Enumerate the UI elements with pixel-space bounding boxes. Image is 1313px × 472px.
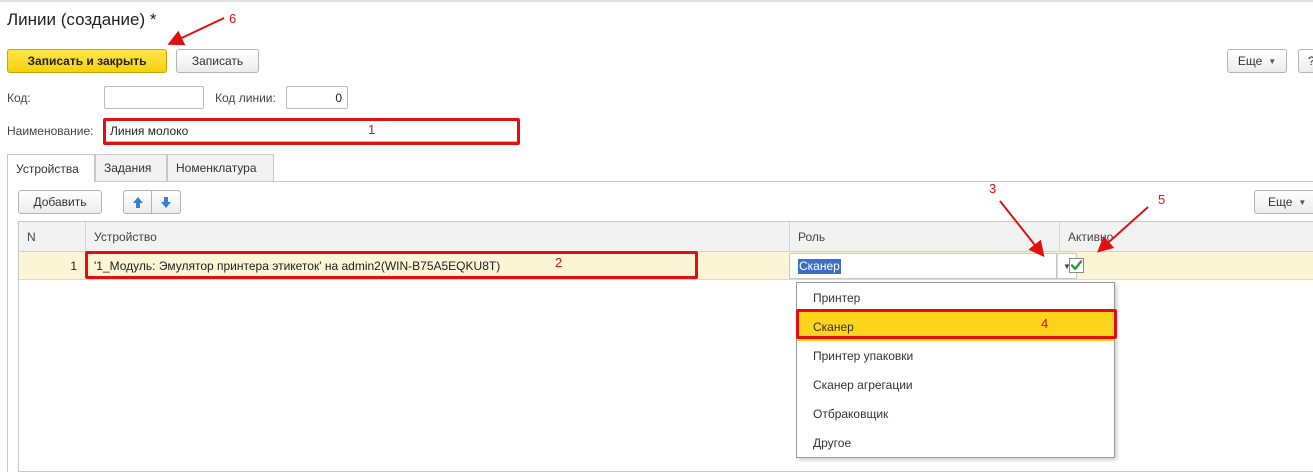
annotation-arrow-3 [999, 200, 1045, 258]
annotation-arrow-6 [167, 17, 225, 46]
annotation-arrows [167, 17, 1149, 258]
annotation-arrow-5 [1097, 206, 1149, 253]
